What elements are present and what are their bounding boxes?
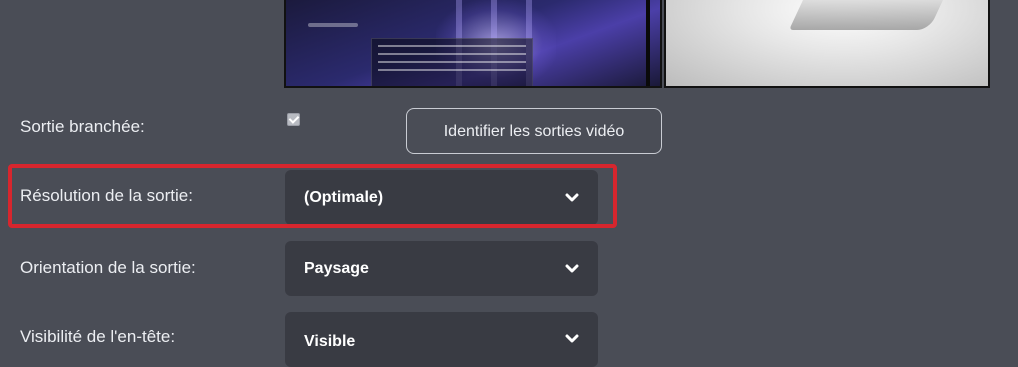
display-preview-primary[interactable] xyxy=(284,0,662,88)
identify-outputs-button[interactable]: Identifier les sorties vidéo xyxy=(406,108,662,154)
orientation-select-value: Paysage xyxy=(304,259,369,277)
orientation-label: Orientation de la sortie: xyxy=(20,258,196,277)
header-visibility-select-value: Visible xyxy=(304,333,356,350)
header-visibility-select[interactable]: Visible xyxy=(285,312,598,367)
output-connected-label: Sortie branchée: xyxy=(20,117,145,136)
chevron-down-icon xyxy=(565,334,579,343)
chevron-down-icon xyxy=(565,264,579,272)
preview-logo xyxy=(308,23,358,27)
preview-info-panel xyxy=(371,38,533,86)
header-visibility-label: Visibilité de l'en-tête: xyxy=(20,327,176,346)
orientation-select[interactable]: Paysage xyxy=(285,241,598,296)
display-preview-secondary[interactable] xyxy=(664,0,990,88)
output-connected-checkbox[interactable] xyxy=(287,113,300,126)
resolution-highlight-box xyxy=(8,164,617,228)
